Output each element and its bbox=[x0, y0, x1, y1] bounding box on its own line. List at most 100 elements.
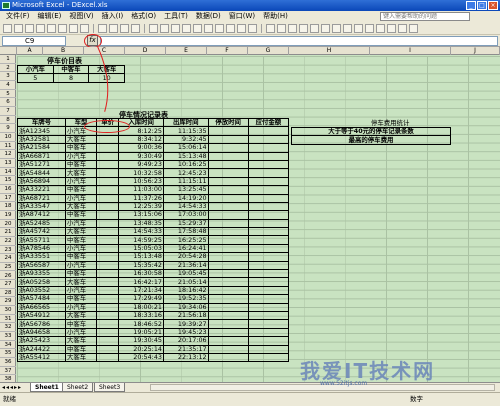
record-cell[interactable] bbox=[247, 327, 290, 338]
record-cell[interactable]: 19:39:27 bbox=[162, 319, 209, 329]
record-cell[interactable] bbox=[207, 176, 249, 187]
record-cell[interactable]: 20:54:43 bbox=[118, 352, 164, 363]
tab-nav-arrows[interactable]: ◂◂◂▸▸ bbox=[2, 384, 22, 391]
record-cell[interactable] bbox=[207, 310, 249, 321]
record-cell[interactable] bbox=[207, 227, 249, 237]
row-header[interactable]: 16 bbox=[0, 185, 16, 194]
record-cell[interactable]: 中客车 bbox=[64, 294, 98, 304]
row-header[interactable]: 2 bbox=[0, 64, 16, 73]
record-cell[interactable]: 19:52:35 bbox=[162, 294, 209, 304]
record-cell[interactable]: 11:03:00 bbox=[118, 185, 164, 195]
price-value-car[interactable]: 5 bbox=[17, 73, 54, 83]
record-cell[interactable] bbox=[96, 201, 120, 212]
record-cell[interactable] bbox=[96, 159, 120, 170]
row-header[interactable]: 36 bbox=[0, 358, 16, 367]
record-cell[interactable]: 浙A45742 bbox=[17, 227, 66, 237]
record-cell[interactable] bbox=[247, 227, 290, 237]
record-cell[interactable]: 17:58:48 bbox=[162, 227, 209, 237]
record-cell[interactable] bbox=[207, 319, 249, 329]
row-header[interactable]: 9 bbox=[0, 124, 16, 133]
record-cell[interactable] bbox=[96, 151, 120, 161]
row-header[interactable]: 33 bbox=[0, 332, 16, 341]
record-cell[interactable] bbox=[247, 269, 290, 279]
select-all-corner[interactable] bbox=[0, 47, 17, 55]
record-cell[interactable] bbox=[207, 336, 249, 346]
menu-window[interactable]: 窗口(W) bbox=[225, 11, 259, 22]
record-cell[interactable]: 15:06:14 bbox=[162, 143, 209, 153]
row-header[interactable]: 4 bbox=[0, 81, 16, 90]
record-cell[interactable]: 中客车 bbox=[64, 159, 98, 170]
border-icon[interactable] bbox=[387, 23, 396, 33]
record-cell[interactable] bbox=[96, 252, 120, 262]
record-cell[interactable]: 浙A51271 bbox=[17, 159, 66, 170]
record-cell[interactable] bbox=[96, 243, 120, 254]
record-cell[interactable] bbox=[247, 344, 290, 354]
record-cell[interactable]: 19:05:45 bbox=[162, 269, 209, 279]
record-cell[interactable]: 中客车 bbox=[64, 185, 98, 195]
record-cell[interactable]: 16:30:58 bbox=[118, 269, 164, 279]
column-header[interactable]: D bbox=[125, 47, 166, 55]
align-left-icon[interactable] bbox=[310, 23, 319, 33]
row-header[interactable]: 29 bbox=[0, 297, 16, 307]
record-cell[interactable] bbox=[247, 134, 290, 145]
column-header[interactable]: H bbox=[289, 47, 370, 55]
format-painter-icon[interactable] bbox=[131, 23, 140, 33]
record-cell[interactable] bbox=[247, 302, 290, 313]
font-color-icon[interactable] bbox=[409, 23, 418, 33]
record-cell[interactable] bbox=[96, 327, 120, 338]
minimize-button[interactable]: _ bbox=[466, 1, 476, 10]
record-cell[interactable] bbox=[207, 151, 249, 161]
record-cell[interactable]: 中客车 bbox=[64, 210, 98, 220]
record-cell[interactable] bbox=[247, 277, 290, 287]
record-cell[interactable] bbox=[96, 302, 120, 313]
align-right-icon[interactable] bbox=[332, 23, 341, 33]
record-cell[interactable]: 浙A33551 bbox=[17, 252, 66, 262]
row-header[interactable]: 21 bbox=[0, 228, 16, 237]
help-icon[interactable] bbox=[248, 23, 257, 33]
formula-input[interactable] bbox=[100, 36, 498, 46]
row-header[interactable]: 18 bbox=[0, 202, 16, 211]
record-cell[interactable] bbox=[207, 193, 249, 203]
record-cell[interactable] bbox=[96, 210, 120, 220]
merge-center-icon[interactable] bbox=[343, 23, 352, 33]
record-cell[interactable]: 18:33:16 bbox=[118, 310, 164, 321]
column-header[interactable]: F bbox=[207, 47, 248, 55]
maximize-button[interactable]: □ bbox=[477, 1, 487, 10]
menu-format[interactable]: 格式(O) bbox=[127, 11, 160, 22]
record-header-cell[interactable]: 车牌号 bbox=[17, 117, 66, 128]
hyperlink-icon[interactable] bbox=[171, 23, 180, 33]
email-icon[interactable] bbox=[47, 23, 56, 33]
chart-wizard-icon[interactable] bbox=[215, 23, 224, 33]
record-cell[interactable] bbox=[96, 285, 120, 296]
column-header[interactable]: I bbox=[370, 47, 451, 55]
record-cell[interactable]: 9:49:23 bbox=[118, 159, 164, 170]
record-cell[interactable] bbox=[96, 260, 120, 271]
record-cell[interactable] bbox=[247, 352, 290, 363]
record-cell[interactable] bbox=[96, 143, 120, 153]
zoom-icon[interactable] bbox=[237, 23, 246, 33]
record-cell[interactable] bbox=[96, 134, 120, 145]
record-cell[interactable] bbox=[247, 252, 290, 262]
record-cell[interactable]: 浙A87412 bbox=[17, 210, 66, 220]
menu-help[interactable]: 帮助(H) bbox=[259, 11, 292, 22]
row-header[interactable]: 19 bbox=[0, 211, 16, 220]
record-cell[interactable]: 12:45:23 bbox=[162, 168, 209, 178]
worksheet[interactable]: A B C D E F G H I J 1 2 3 4 5 6 7 8 9 10 11 12 13 14 1… bbox=[0, 47, 500, 382]
record-cell[interactable] bbox=[207, 218, 249, 229]
stats-row-max-label[interactable]: 最高的停车费用 bbox=[291, 135, 451, 145]
record-header-cell[interactable]: 应付金额 bbox=[247, 117, 290, 128]
record-cell[interactable]: 15:13:48 bbox=[118, 252, 164, 262]
menu-file[interactable]: 文件(F) bbox=[2, 11, 34, 22]
price-header-car[interactable]: 小汽车 bbox=[17, 64, 54, 75]
record-cell[interactable] bbox=[247, 235, 290, 245]
record-cell[interactable] bbox=[96, 344, 120, 354]
column-header[interactable]: A bbox=[17, 47, 43, 55]
row-header[interactable]: 38 bbox=[0, 375, 16, 382]
record-cell[interactable]: 中客车 bbox=[64, 252, 98, 262]
record-cell[interactable]: 17:29:49 bbox=[118, 294, 164, 304]
record-cell[interactable] bbox=[96, 319, 120, 329]
record-cell[interactable] bbox=[247, 310, 290, 321]
column-header[interactable]: E bbox=[166, 47, 207, 55]
record-cell[interactable] bbox=[96, 277, 120, 287]
open-icon[interactable] bbox=[14, 23, 23, 33]
